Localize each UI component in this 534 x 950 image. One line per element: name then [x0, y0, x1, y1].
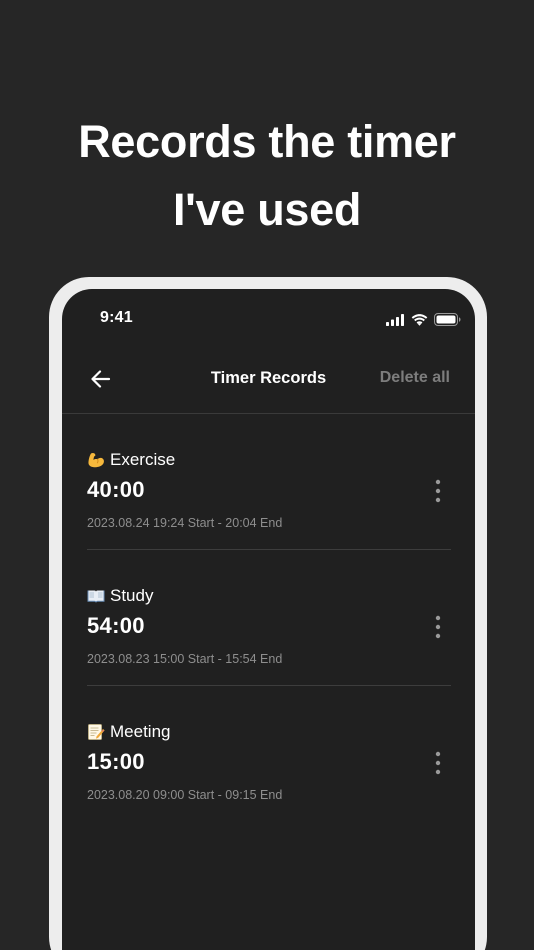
more-vertical-icon[interactable] — [431, 478, 445, 504]
battery-icon — [434, 313, 461, 326]
records-list: Exercise 40:00 2023.08.24 19:24 Start - … — [87, 414, 451, 821]
more-vertical-icon[interactable] — [431, 750, 445, 776]
headline-line-2: I've used — [172, 184, 362, 235]
record-item[interactable]: Exercise 40:00 2023.08.24 19:24 Start - … — [87, 414, 451, 550]
record-title: Study — [87, 586, 153, 606]
record-item[interactable]: Meeting 15:00 2023.08.20 09:00 Start - 0… — [87, 686, 451, 821]
flexed-biceps-emoji — [88, 453, 104, 468]
delete-all-button[interactable]: Delete all — [380, 369, 450, 387]
record-time-range: 2023.08.20 09:00 Start - 09:15 End — [87, 788, 283, 802]
record-time-range: 2023.08.23 15:00 Start - 15:54 End — [87, 652, 283, 666]
promo-page: Records the timer I've used 9:41 Timer R… — [0, 0, 534, 950]
phone-screen: 9:41 Timer Records Delete all Exercise 4… — [62, 289, 475, 950]
record-duration: 40:00 — [87, 477, 145, 502]
record-title: Exercise — [87, 450, 175, 470]
arrow-left-icon[interactable] — [88, 366, 114, 392]
signal-icon — [386, 313, 404, 326]
status-time: 9:41 — [100, 309, 133, 326]
status-icons — [386, 313, 461, 326]
record-name: Study — [110, 586, 154, 605]
record-duration: 54:00 — [87, 613, 145, 638]
record-title: Meeting — [87, 722, 170, 742]
more-vertical-icon[interactable] — [431, 614, 445, 640]
app-header: Timer Records Delete all — [62, 349, 475, 414]
open-book-emoji — [87, 590, 105, 603]
memo-emoji — [88, 724, 105, 740]
record-name: Exercise — [110, 450, 176, 469]
headline: Records the timer I've used — [0, 108, 534, 244]
record-time-range: 2023.08.24 19:24 Start - 20:04 End — [87, 516, 283, 530]
record-name: Meeting — [110, 722, 171, 741]
record-duration: 15:00 — [87, 749, 145, 774]
wifi-icon — [411, 313, 428, 326]
status-bar: 9:41 — [62, 289, 475, 349]
record-item[interactable]: Study 54:00 2023.08.23 15:00 Start - 15:… — [87, 550, 451, 686]
headline-line-1: Records the timer — [78, 116, 456, 167]
